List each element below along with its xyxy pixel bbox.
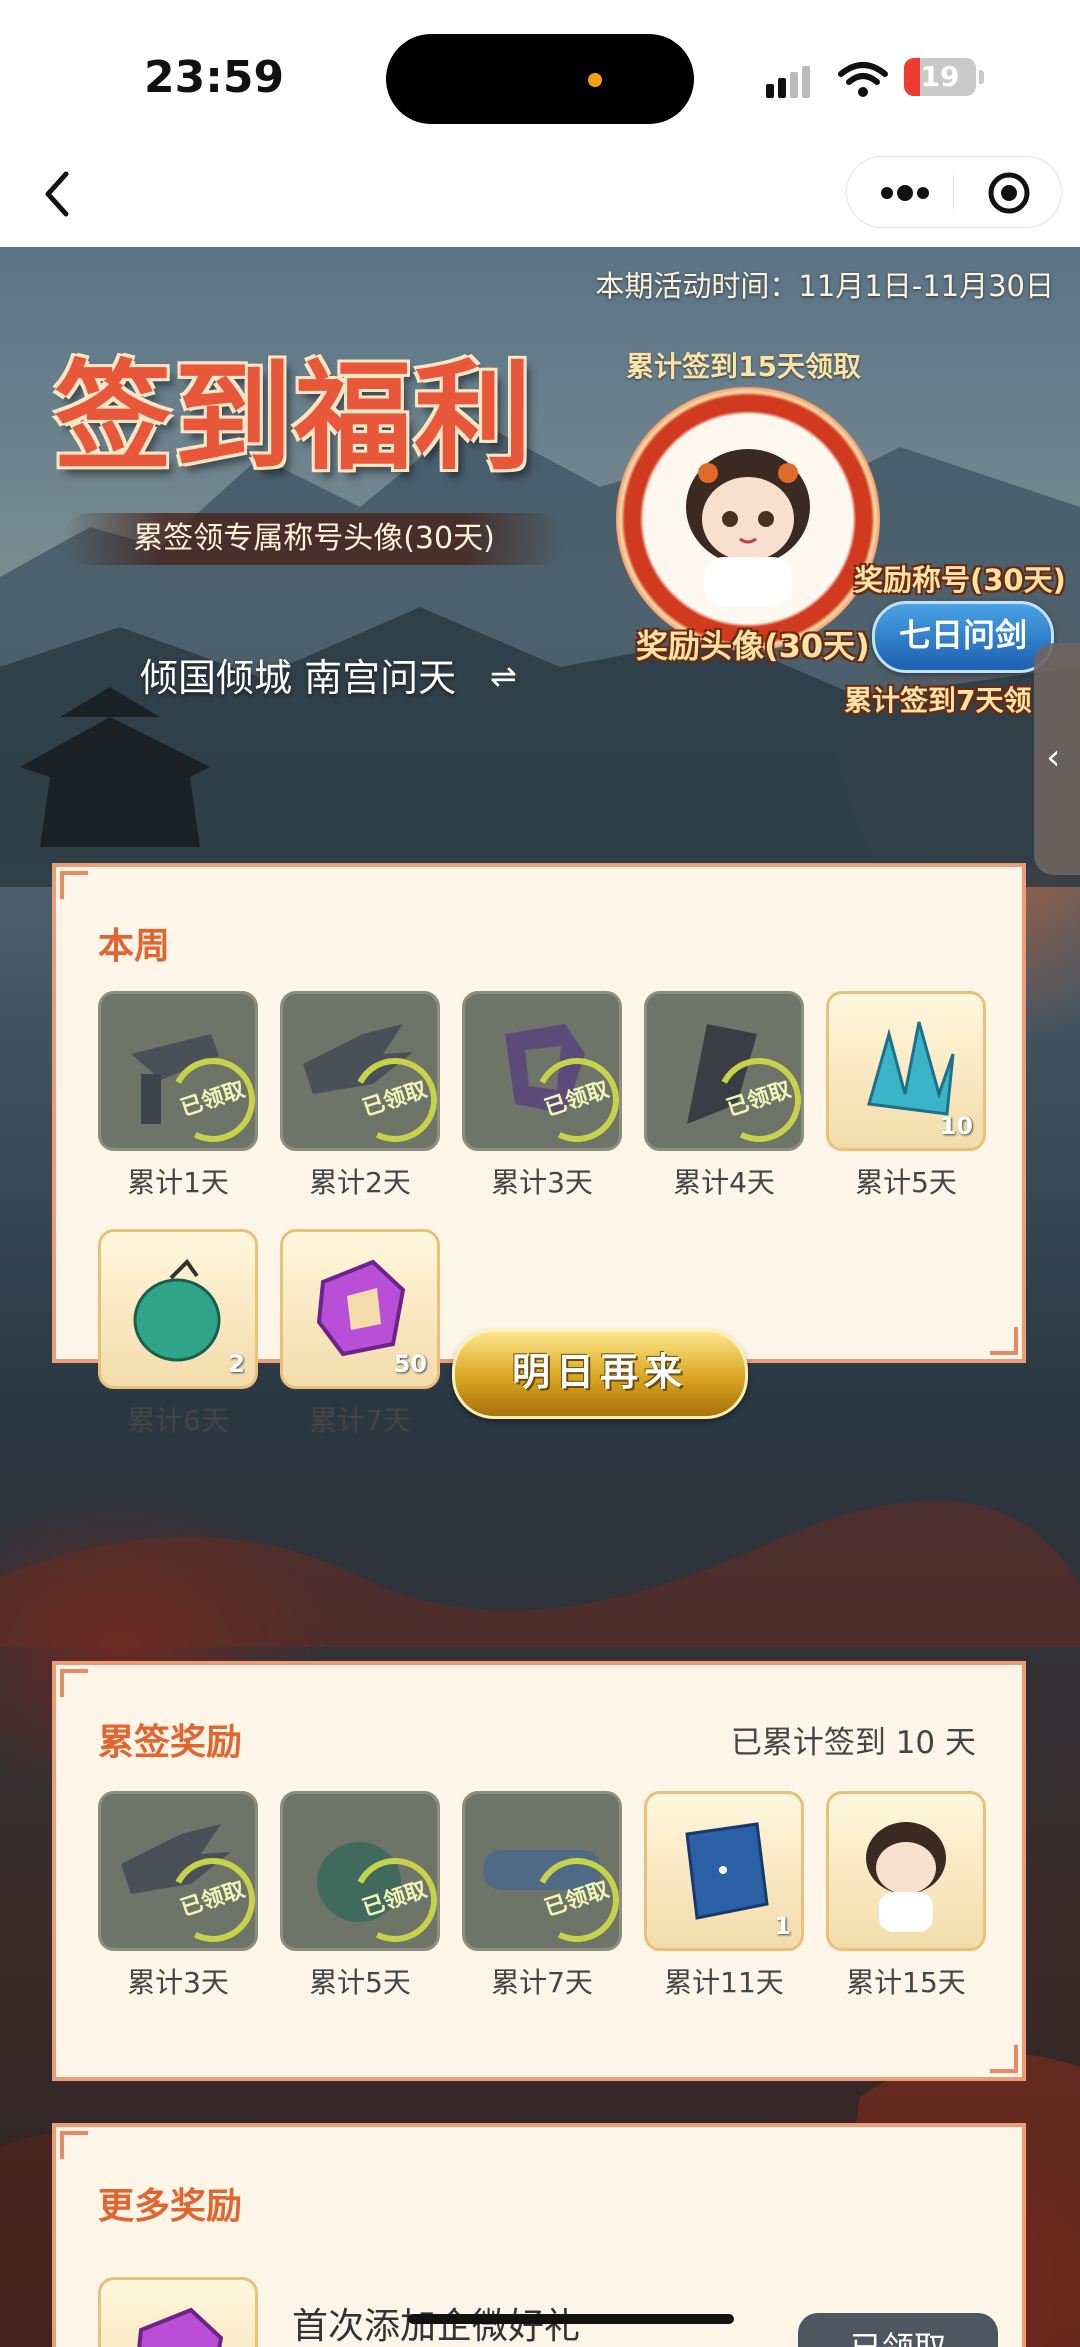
cumulative-reward-7[interactable]: 已领取 累计7天 xyxy=(462,1791,622,2001)
battery-level: 19 xyxy=(920,60,960,93)
reward-quantity: 2 xyxy=(228,1350,245,1378)
more-icon[interactable] xyxy=(877,173,933,213)
week-reward-day4[interactable]: 已领取 累计4天 xyxy=(644,991,804,1201)
week-reward-day3[interactable]: 已领取 累计3天 xyxy=(462,991,622,1201)
reward-label: 累计5天 xyxy=(855,1166,957,1199)
wifi-icon xyxy=(838,62,888,97)
week-reward-day1[interactable]: 已领取 累计1天 xyxy=(98,991,258,1201)
reward-label: 累计11天 xyxy=(664,1966,784,1999)
reward-label: 累计7天 xyxy=(309,1404,411,1437)
card-title-more: 更多奖励 xyxy=(98,2186,243,2227)
cumulative-summary: 已累计签到 10 天 xyxy=(730,1725,976,1761)
avatar-reward-label: 奖励头像(30天) xyxy=(636,627,870,665)
week-reward-day5[interactable]: 10 累计5天 xyxy=(826,991,986,1201)
reward-label: 累计7天 xyxy=(491,1966,593,1999)
card-title-cumulative: 累签奖励 xyxy=(98,1722,243,1763)
cumulative-reward-15[interactable]: 累计15天 xyxy=(826,1791,986,2001)
page-subtitle: 累签领专属称号头像(30天) xyxy=(64,513,564,565)
reward-quantity: 10 xyxy=(939,1112,973,1140)
status-time: 23:59 xyxy=(144,52,285,103)
close-miniprogram-icon[interactable] xyxy=(987,171,1031,215)
purple-gem-icon xyxy=(137,2307,224,2347)
reward-label: 累计2天 xyxy=(309,1166,411,1199)
swap-icon[interactable]: ⇌ xyxy=(490,657,517,695)
chevron-left-icon: ‹ xyxy=(1046,737,1061,778)
current-title-text[interactable]: 倾国倾城 南宫问天 xyxy=(140,647,456,702)
reward-label: 累计3天 xyxy=(491,1166,593,1199)
claimed-button[interactable]: 已领取 xyxy=(798,2313,998,2347)
reward-label: 累计3天 xyxy=(127,1966,229,1999)
week-reward-day7[interactable]: 50 累计7天 xyxy=(280,1229,440,1439)
dynamic-island xyxy=(386,34,694,124)
mini-program-capsule xyxy=(846,156,1062,228)
battery-icon: 19 xyxy=(904,58,984,96)
activity-page: 本期活动时间：11月1日-11月30日 签到福利 累签领专属称号头像(30天) … xyxy=(0,247,1080,2347)
weekly-signin-card: 本周 已领取 累计1天 已领取 累计2天 已领取 累计3天 已领取 累计4天 1… xyxy=(52,863,1026,1437)
come-back-tomorrow-button[interactable]: 明日再来 xyxy=(452,1329,748,1419)
cumulative-rewards-card: 累签奖励 已累计签到 10 天 已领取 累计3天 已领取 累计5天 已领取 累计… xyxy=(52,1661,1026,2081)
activity-period: 本期活动时间：11月1日-11月30日 xyxy=(595,269,1054,303)
avatar-hint: 累计签到15天领取 xyxy=(626,350,861,383)
reward-avatar[interactable] xyxy=(616,387,880,651)
side-drawer-tab[interactable]: ‹ xyxy=(1034,643,1080,875)
week-reward-day2[interactable]: 已领取 累计2天 xyxy=(280,991,440,1201)
status-bar: 23:59 19 xyxy=(0,0,1080,150)
avatar-character-icon xyxy=(866,1822,946,1932)
title-badge[interactable]: 七日问剑 xyxy=(872,601,1054,673)
title-reward-label: 奖励称号(30天) xyxy=(854,563,1066,597)
title-hint: 累计签到7天领 xyxy=(844,684,1032,717)
week-reward-day6[interactable]: 2 累计6天 xyxy=(98,1229,258,1439)
reward-label: 累计1天 xyxy=(127,1166,229,1199)
reward-label: 累计5天 xyxy=(309,1966,411,1999)
page-title: 签到福利 xyxy=(54,347,535,486)
back-icon[interactable] xyxy=(36,160,76,220)
avatar-character-icon xyxy=(686,449,810,607)
reward-label: 累计4天 xyxy=(673,1166,775,1199)
cumulative-reward-5[interactable]: 已领取 累计5天 xyxy=(280,1791,440,2001)
cumulative-reward-11[interactable]: 1 累计11天 xyxy=(644,1791,804,2001)
home-indicator xyxy=(408,2314,734,2324)
reward-quantity: 1 xyxy=(774,1912,791,1940)
reward-label: 累计15天 xyxy=(846,1966,966,1999)
reward-label: 累计6天 xyxy=(127,1404,229,1437)
cellular-signal-icon xyxy=(766,66,814,98)
cumulative-reward-3[interactable]: 已领取 累计3天 xyxy=(98,1791,258,2001)
nav-bar xyxy=(0,150,1080,247)
card-title-week: 本周 xyxy=(98,926,171,967)
more-reward-item[interactable] xyxy=(98,2277,258,2347)
reward-quantity: 50 xyxy=(393,1350,427,1378)
